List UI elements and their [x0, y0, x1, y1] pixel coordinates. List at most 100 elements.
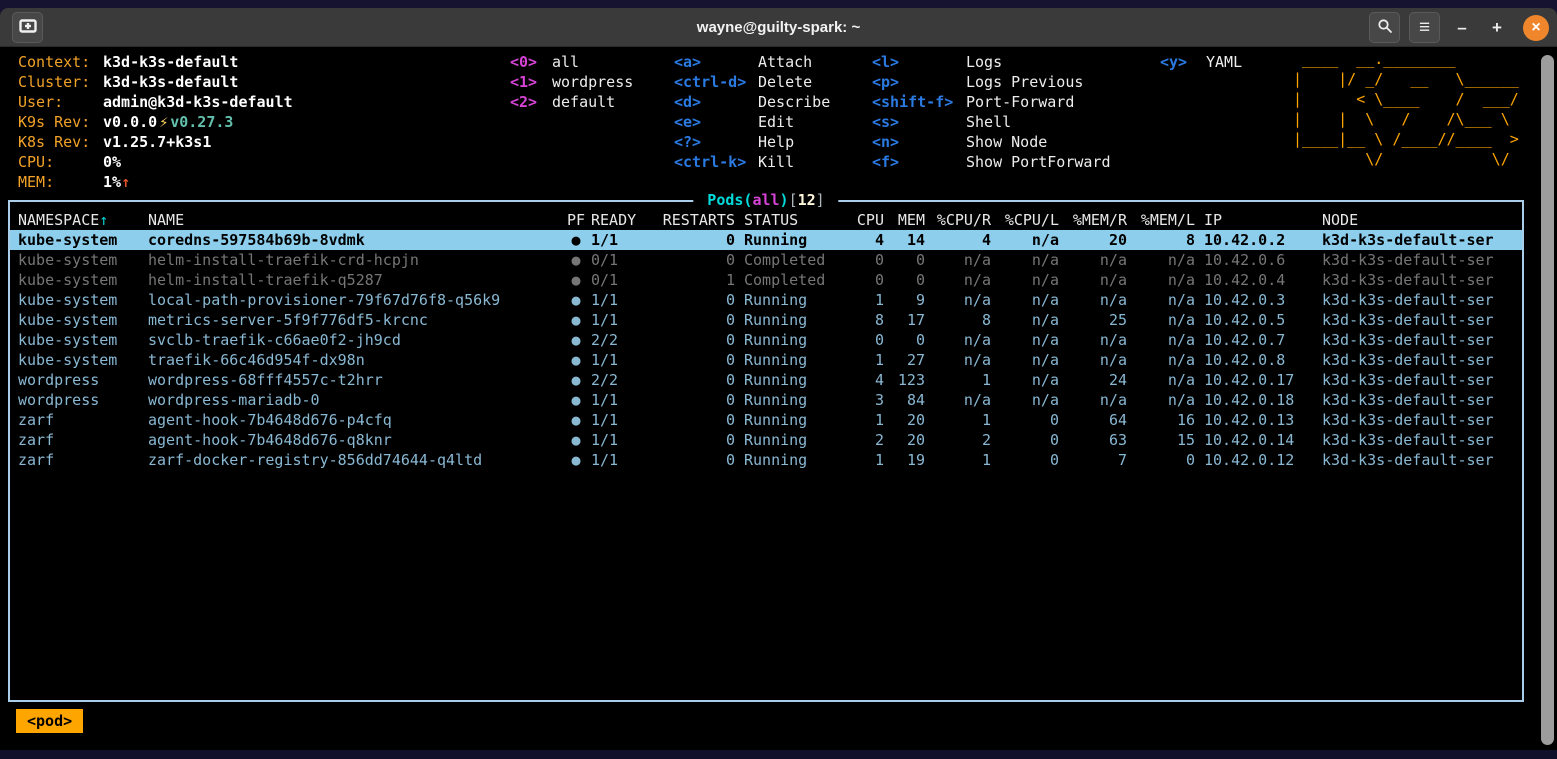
cell--cpu-l: n/a: [991, 250, 1059, 270]
namespace-shortcut[interactable]: <0>all: [510, 52, 633, 72]
cell--mem-l: 16: [1127, 410, 1195, 430]
column-header-label: PF: [567, 211, 585, 229]
keybinding-action: Edit: [758, 112, 794, 132]
cell-status: Running: [735, 350, 852, 370]
maximize-button[interactable]: +: [1484, 12, 1510, 43]
keybinding-key: <f>: [872, 152, 966, 172]
cluster-info-row: K8s Rev:v1.25.7+k3s1: [18, 132, 293, 152]
pods-table-title: Pods(all)[12]: [693, 190, 838, 212]
cell-node: k3d-k3s-default-ser: [1322, 270, 1522, 290]
cluster-info-row: K9s Rev:v0.0.0⚡v0.27.3: [18, 112, 293, 132]
keybinding-action: YAML: [1206, 52, 1242, 72]
menu-button[interactable]: ≡: [1409, 12, 1440, 43]
search-button[interactable]: [1369, 12, 1400, 43]
table-row[interactable]: kube-systemlocal-path-provisioner-79f67d…: [10, 290, 1522, 310]
cell--mem-r: n/a: [1059, 290, 1127, 310]
keybinding-hint: <p>Logs Previous: [872, 72, 1111, 92]
cell--cpu-l: n/a: [991, 290, 1059, 310]
keybinding-hint: <l>Logs: [872, 52, 1111, 72]
keybindings-column-2: <l>Logs<p>Logs Previous<shift-f>Port-For…: [872, 52, 1111, 172]
table-row[interactable]: zarfagent-hook-7b4648d676-p4cfq●1/10Runn…: [10, 410, 1522, 430]
cell-ip: 10.42.0.14: [1195, 430, 1322, 450]
cell--mem-r: 24: [1059, 370, 1127, 390]
table-row[interactable]: kube-systemtraefik-66c46d954f-dx98n●1/10…: [10, 350, 1522, 370]
table-row[interactable]: zarfagent-hook-7b4648d676-q8knr●1/10Runn…: [10, 430, 1522, 450]
table-row[interactable]: kube-systemmetrics-server-5f9f776df5-krc…: [10, 310, 1522, 330]
column-header-ready: READY: [591, 210, 649, 230]
table-row[interactable]: kube-systemsvclb-traefik-c66ae0f2-jh9cd●…: [10, 330, 1522, 350]
cluster-info-label: Cluster:: [18, 72, 103, 92]
cell-mem: 9: [884, 290, 925, 310]
pod-count: 12: [798, 191, 816, 209]
cell-namespace: kube-system: [18, 330, 148, 350]
cell--cpu-r: 8: [925, 310, 991, 330]
table-row[interactable]: zarfzarf-docker-registry-856dd74644-q4lt…: [10, 450, 1522, 470]
cell-ready: 0/1: [591, 250, 649, 270]
cell-cpu: 0: [852, 330, 884, 350]
cell--mem-r: n/a: [1059, 330, 1127, 350]
cell-cpu: 8: [852, 310, 884, 330]
namespace-label: all: [552, 52, 579, 72]
cell--mem-l: n/a: [1127, 250, 1195, 270]
cluster-info-row: MEM:1%↑: [18, 172, 293, 192]
cell--mem-l: n/a: [1127, 310, 1195, 330]
namespace-shortcut[interactable]: <1>wordpress: [510, 72, 633, 92]
table-row[interactable]: wordpresswordpress-mariadb-0●1/10Running…: [10, 390, 1522, 410]
close-button[interactable]: ×: [1523, 15, 1549, 41]
pf-status-dot-icon: ●: [561, 430, 591, 450]
column-header-status: STATUS: [735, 210, 852, 230]
column-header-label: NODE: [1322, 211, 1358, 229]
cell-status: Running: [735, 450, 852, 470]
column-header--mem-r: %MEM/R: [1059, 210, 1127, 230]
cell--mem-l: n/a: [1127, 270, 1195, 290]
cell-cpu: 0: [852, 250, 884, 270]
cell-mem: 0: [884, 250, 925, 270]
column-header-label: %CPU/R: [937, 211, 991, 229]
cell--cpu-l: 0: [991, 430, 1059, 450]
column-header-label: NAME: [148, 211, 184, 229]
table-row[interactable]: wordpresswordpress-68fff4557c-t2hrr●2/20…: [10, 370, 1522, 390]
namespace-shortcut[interactable]: <2>default: [510, 92, 633, 112]
cell-ip: 10.42.0.6: [1195, 250, 1322, 270]
cluster-info-label: K8s Rev:: [18, 132, 103, 152]
keybinding-key: <y>: [1160, 52, 1206, 72]
table-body: kube-systemcoredns-597584b69b-8vdmk●1/10…: [10, 230, 1522, 470]
cell-ip: 10.42.0.13: [1195, 410, 1322, 430]
cell-node: k3d-k3s-default-ser: [1322, 430, 1522, 450]
minimize-button[interactable]: –: [1449, 12, 1475, 43]
keybindings-column-1: <a>Attach<ctrl-d>Delete<d>Describe<e>Edi…: [674, 52, 830, 172]
keybinding-key: <n>: [872, 132, 966, 152]
cell-node: k3d-k3s-default-ser: [1322, 250, 1522, 270]
table-row[interactable]: kube-systemhelm-install-traefik-crd-hcpj…: [10, 250, 1522, 270]
cell-ready: 2/2: [591, 370, 649, 390]
cell-restarts: 0: [649, 450, 735, 470]
cluster-info-row: Cluster:k3d-k3s-default: [18, 72, 293, 92]
cluster-info-label: MEM:: [18, 172, 103, 192]
cell--cpu-l: n/a: [991, 390, 1059, 410]
column-header-label: CPU: [857, 211, 884, 229]
cell--cpu-r: n/a: [925, 390, 991, 410]
k9s-logo: ____ __.________ | |/ _/ __ \______ | < …: [1293, 49, 1519, 169]
table-row[interactable]: kube-systemcoredns-597584b69b-8vdmk●1/10…: [10, 230, 1522, 250]
cell--mem-l: 15: [1127, 430, 1195, 450]
cell-ready: 1/1: [591, 390, 649, 410]
cell-mem: 20: [884, 430, 925, 450]
cluster-info-value: admin@k3d-k3s-default: [103, 92, 293, 112]
cell-name: helm-install-traefik-crd-hcpjn: [148, 250, 561, 270]
pf-status-dot-icon: ●: [561, 230, 591, 250]
cell--cpu-r: 1: [925, 410, 991, 430]
cell-status: Running: [735, 230, 852, 250]
keybinding-key: <e>: [674, 112, 758, 132]
table-row[interactable]: kube-systemhelm-install-traefik-q5287●0/…: [10, 270, 1522, 290]
scrollbar[interactable]: [1541, 55, 1554, 745]
keybinding-action: Logs: [966, 52, 1002, 72]
column-header-mem: MEM: [884, 210, 925, 230]
keybinding-action: Logs Previous: [966, 72, 1083, 92]
cell-ip: 10.42.0.12: [1195, 450, 1322, 470]
cluster-info-value: 0%: [103, 152, 121, 172]
cell--mem-r: n/a: [1059, 250, 1127, 270]
cell-namespace: kube-system: [18, 270, 148, 290]
cell-ip: 10.42.0.2: [1195, 230, 1322, 250]
cell-node: k3d-k3s-default-ser: [1322, 410, 1522, 430]
cell-restarts: 0: [649, 290, 735, 310]
